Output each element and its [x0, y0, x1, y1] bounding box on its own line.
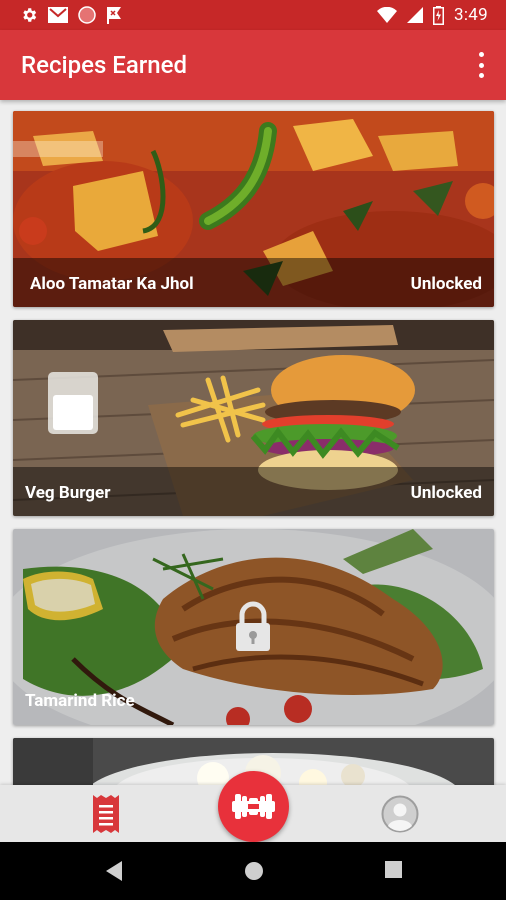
status-right: 3:49	[377, 5, 488, 25]
wifi-icon	[377, 7, 398, 23]
recipe-list[interactable]: Aloo Tamatar Ka Jhol Unlocked Veg Burger…	[0, 100, 506, 785]
battery-icon	[433, 5, 445, 25]
gmail-icon	[48, 7, 68, 23]
system-nav-bar	[0, 842, 506, 900]
status-bar: 3:49	[0, 0, 506, 30]
home-icon[interactable]	[244, 861, 264, 881]
workout-button[interactable]	[218, 771, 289, 842]
flag-icon	[107, 7, 121, 24]
signal-icon	[407, 7, 424, 23]
recipe-status: Unlocked	[410, 274, 482, 294]
recipe-status: Unlocked	[410, 483, 482, 503]
recipe-name: Veg Burger	[25, 483, 111, 503]
page-title: Recipes Earned	[21, 51, 187, 79]
recipe-card[interactable]: Aloo Tamatar Ka Jhol Unlocked	[13, 111, 494, 307]
receipt-icon[interactable]	[93, 795, 119, 833]
recipe-caption-bar: Aloo Tamatar Ka Jhol Unlocked	[13, 258, 494, 307]
recipe-name: Aloo Tamatar Ka Jhol	[30, 274, 194, 294]
screen: 3:49 Recipes Earned Aloo Tamatar Ka Jhol…	[0, 0, 506, 900]
menu-dot	[478, 62, 484, 68]
menu-dot	[478, 73, 484, 78]
recipe-caption-bar: Veg Burger Unlocked	[13, 467, 494, 516]
lock-icon	[236, 601, 270, 651]
recents-icon[interactable]	[385, 861, 402, 878]
app-bar: Recipes Earned	[0, 30, 506, 100]
recipe-card[interactable]: Tamarind Rice	[13, 529, 494, 725]
circle-icon	[78, 6, 96, 24]
status-left	[20, 6, 122, 24]
settings-icon	[23, 8, 37, 22]
recipe-name: Tamarind Rice	[25, 691, 135, 711]
more-vert-icon[interactable]	[474, 52, 488, 78]
back-icon[interactable]	[106, 861, 122, 881]
dumbbell-icon	[232, 794, 275, 819]
recipe-caption-bar: Tamarind Rice	[13, 676, 494, 725]
menu-dot	[478, 52, 484, 57]
status-time: 3:49	[454, 5, 488, 25]
profile-icon[interactable]	[381, 795, 419, 833]
recipe-card[interactable]: Veg Burger Unlocked	[13, 320, 494, 516]
